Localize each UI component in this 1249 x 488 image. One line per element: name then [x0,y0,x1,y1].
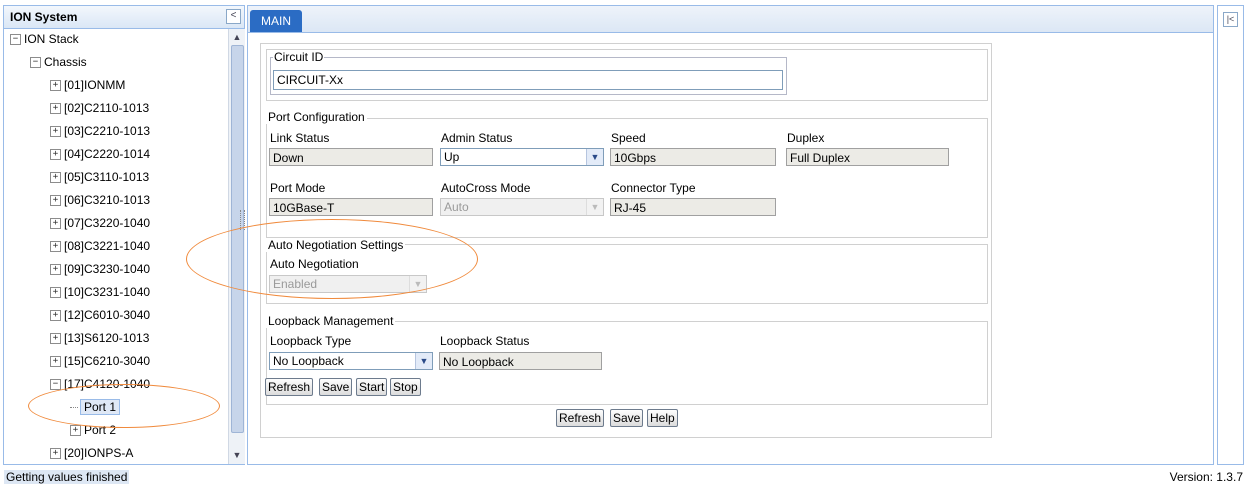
tree-node-slot[interactable]: + [02]C2110-1013 [50,98,149,118]
loopback-stop-button[interactable]: Stop [390,378,421,396]
tab-main[interactable]: MAIN [250,10,302,32]
link-status-field: Down [269,148,433,166]
expand-icon[interactable]: + [50,218,61,230]
tree-node-slot[interactable]: + [05]C3110-1013 [50,167,149,187]
expand-icon[interactable]: + [50,356,61,368]
tree-node-label[interactable]: [05]C3110-1013 [64,170,149,184]
expand-icon[interactable]: + [50,126,61,138]
status-message: Getting values finished [4,470,130,484]
port-configuration-title: Port Configuration [266,110,367,124]
tree-node-label[interactable]: [07]C3220-1040 [64,216,150,230]
connector-type-label: Connector Type [610,181,697,195]
annotation-highlight [186,219,478,299]
loopback-type-label: Loopback Type [269,334,353,348]
tree-node-label[interactable]: [08]C3221-1040 [64,239,150,253]
duplex-label: Duplex [786,131,826,145]
loopback-title: Loopback Management [266,314,396,328]
port-mode-label: Port Mode [269,181,327,195]
tree-node-slot[interactable]: + [08]C3221-1040 [50,236,150,256]
tree-node-label[interactable]: [09]C3230-1040 [64,262,150,276]
tree-node-slot[interactable]: + [01]IONMM [50,75,125,95]
tree-node-chassis[interactable]: − Chassis [30,52,87,72]
chevron-down-icon: ▼ [586,199,603,215]
loopback-status-field: No Loopback [439,352,602,370]
tree-node-slot[interactable]: + [09]C3230-1040 [50,259,150,279]
admin-status-label: Admin Status [440,131,514,145]
circuit-id-label: Circuit ID [273,50,325,64]
loopback-start-button[interactable]: Start [356,378,388,396]
tree-node-label[interactable]: [12]C6010-3040 [64,308,150,322]
tree-node-label[interactable]: [01]IONMM [64,78,125,92]
refresh-button[interactable]: Refresh [556,409,605,427]
tree-node-slot[interactable]: + [04]C2220-1014 [50,144,150,164]
tree-node-ion-stack[interactable]: − ION Stack [10,29,79,49]
right-collapsed-panel: |< [1217,5,1244,465]
tree-node-slot[interactable]: + [06]C3210-1013 [50,190,150,210]
admin-status-select[interactable]: Up ▼ [440,148,604,166]
tree-node-slot[interactable]: + [10]C3231-1040 [50,282,150,302]
tree-node-slot[interactable]: + [07]C3220-1040 [50,213,150,233]
help-button[interactable]: Help [647,409,678,427]
tree-node-label[interactable]: ION Stack [24,32,79,46]
expand-icon[interactable]: + [50,287,61,299]
tree-node-label[interactable]: [20]IONPS-A [64,446,133,460]
save-button[interactable]: Save [610,409,644,427]
tree-node-label[interactable]: [04]C2220-1014 [64,147,150,161]
tree-node-slot[interactable]: + [15]C6210-3040 [50,351,150,371]
link-status-label: Link Status [269,131,331,145]
loopback-refresh-button[interactable]: Refresh [265,378,314,396]
duplex-field: Full Duplex [786,148,949,166]
tree-node-slot[interactable]: + [13]S6120-1013 [50,328,149,348]
loopback-status-label: Loopback Status [439,334,531,348]
tree-title: ION System [10,10,78,24]
tab-bar: MAIN [248,6,1213,33]
tree-node-label[interactable]: [13]S6120-1013 [64,331,149,345]
speed-field: 10Gbps [610,148,776,166]
tree-node-label[interactable]: Chassis [44,55,87,69]
autocross-mode-select: Auto ▼ [440,198,604,216]
tree-node-label[interactable]: [03]C2210-1013 [64,124,150,138]
scroll-up-icon[interactable]: ▲ [231,31,243,43]
status-bar: Getting values finished Version: 1.3.7 [0,467,1249,488]
loopback-type-value: No Loopback [273,354,344,368]
connector-type-field: RJ-45 [610,198,776,216]
expand-icon[interactable]: + [50,195,61,207]
scroll-down-icon[interactable]: ▼ [231,449,243,461]
autocross-mode-value: Auto [444,200,469,214]
tree-node-label[interactable]: [06]C3210-1013 [64,193,150,207]
port-mode-field: 10GBase-T [269,198,433,216]
collapse-icon[interactable]: − [10,34,21,46]
expand-icon[interactable]: + [50,172,61,184]
loopback-type-select[interactable]: No Loopback ▼ [269,352,433,370]
speed-label: Speed [610,131,647,145]
tree-node-slot[interactable]: + [12]C6010-3040 [50,305,150,325]
collapse-panel-icon[interactable]: < [226,9,241,24]
expand-icon[interactable]: + [50,310,61,322]
expand-icon[interactable]: + [50,264,61,276]
expand-icon[interactable]: + [50,333,61,345]
expand-icon[interactable]: + [50,103,61,115]
annotation-highlight [28,384,220,428]
tree-node-label[interactable]: [15]C6210-3040 [64,354,150,368]
expand-icon[interactable]: + [50,448,61,460]
expand-icon[interactable]: + [50,241,61,253]
tree-node-label[interactable]: [02]C2110-1013 [64,101,149,115]
expand-icon[interactable]: + [70,425,81,437]
circuit-id-input[interactable]: CIRCUIT-Xx [273,70,783,90]
chevron-down-icon[interactable]: ▼ [586,149,603,165]
chevron-down-icon[interactable]: ▼ [415,353,432,369]
tree-header: ION System < [4,6,244,29]
expand-icon[interactable]: + [50,149,61,161]
tree-node-slot[interactable]: + [20]IONPS-A [50,443,133,463]
admin-status-value: Up [444,150,460,164]
version-label: Version: 1.3.7 [1169,470,1243,484]
expand-icon[interactable]: + [50,80,61,92]
autocross-mode-label: AutoCross Mode [440,181,532,195]
circuit-id-section: Circuit ID CIRCUIT-Xx [266,49,988,101]
collapse-icon[interactable]: − [30,57,41,69]
expand-panel-icon[interactable]: |< [1223,12,1238,27]
tree-node-label[interactable]: [10]C3231-1040 [64,285,150,299]
tree-node-slot[interactable]: + [03]C2210-1013 [50,121,150,141]
loopback-save-button[interactable]: Save [319,378,353,396]
